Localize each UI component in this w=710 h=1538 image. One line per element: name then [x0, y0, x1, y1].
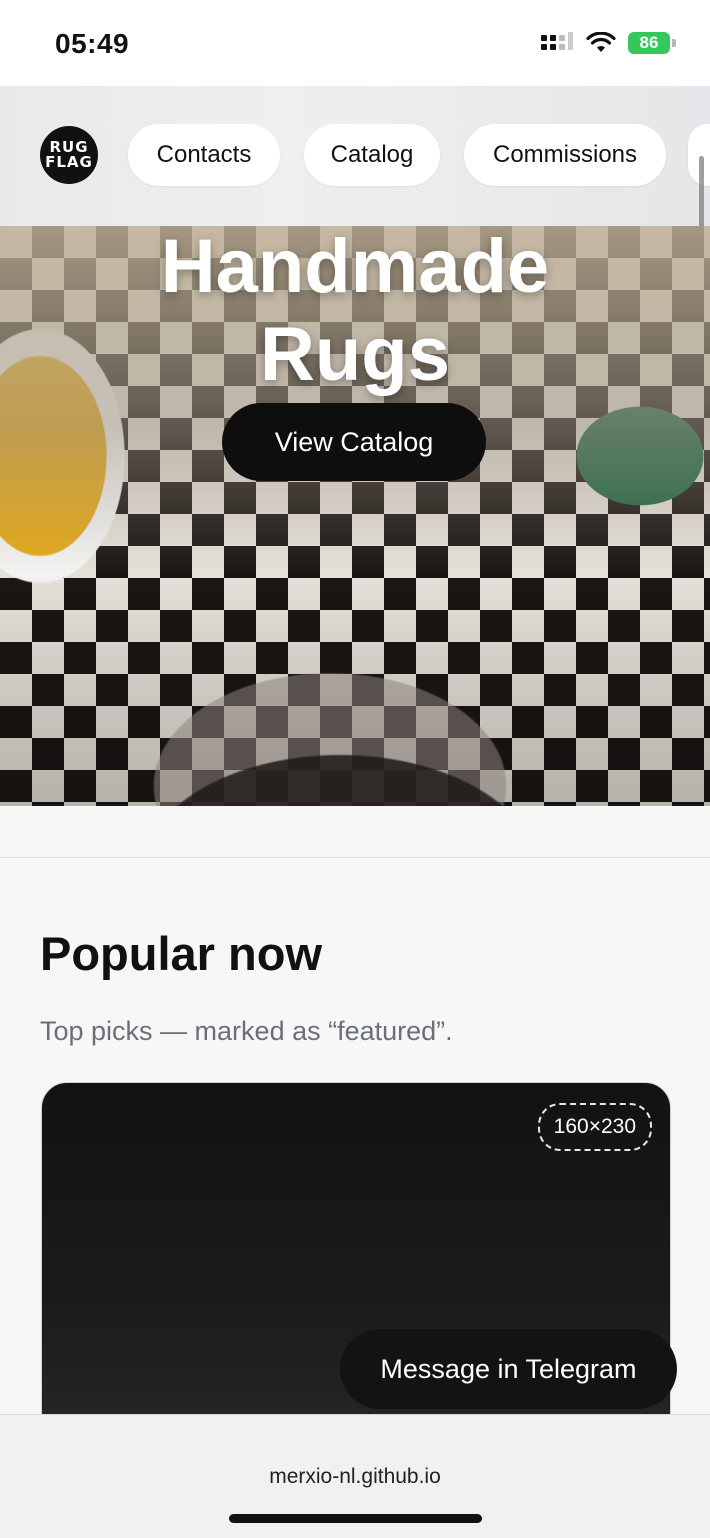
battery-level: 86 [628, 32, 670, 54]
cellular-signal-icon [541, 32, 573, 50]
browser-address-bar[interactable]: merxio-nl.github.io [0, 1414, 710, 1538]
rug-flag-logo[interactable]: RUG FLAG [40, 126, 98, 184]
logo-line-2: FLAG [45, 153, 93, 171]
status-bar: 05:49 86 [0, 0, 710, 86]
hero-title-line-1: Handmade [160, 226, 550, 309]
battery-icon: 86 [628, 32, 676, 54]
home-indicator[interactable] [229, 1514, 482, 1523]
site-header: RUG FLAG Contacts Catalog Commissions [0, 86, 710, 226]
message-telegram-button[interactable]: Message in Telegram [340, 1329, 677, 1409]
nav-commissions[interactable]: Commissions [464, 124, 666, 186]
hero-banner: Handmade Rugs View Catalog [0, 226, 710, 806]
status-icons: 86 [540, 32, 676, 54]
section-subtitle: Top picks — marked as “featured”. [40, 1016, 453, 1046]
view-catalog-button[interactable]: View Catalog [222, 403, 486, 481]
hero-title-line-2: Rugs [260, 312, 450, 397]
nav-contacts[interactable]: Contacts [128, 124, 280, 186]
status-time: 05:49 [55, 28, 130, 59]
wifi-icon [586, 32, 616, 52]
section-title: Popular now [40, 927, 322, 980]
nav-catalog[interactable]: Catalog [304, 124, 440, 186]
size-badge: 160×230 [537, 1103, 652, 1151]
section-divider [0, 857, 710, 858]
url-text[interactable]: merxio-nl.github.io [0, 1465, 710, 1489]
hero-title: Handmade Rugs [0, 226, 710, 399]
